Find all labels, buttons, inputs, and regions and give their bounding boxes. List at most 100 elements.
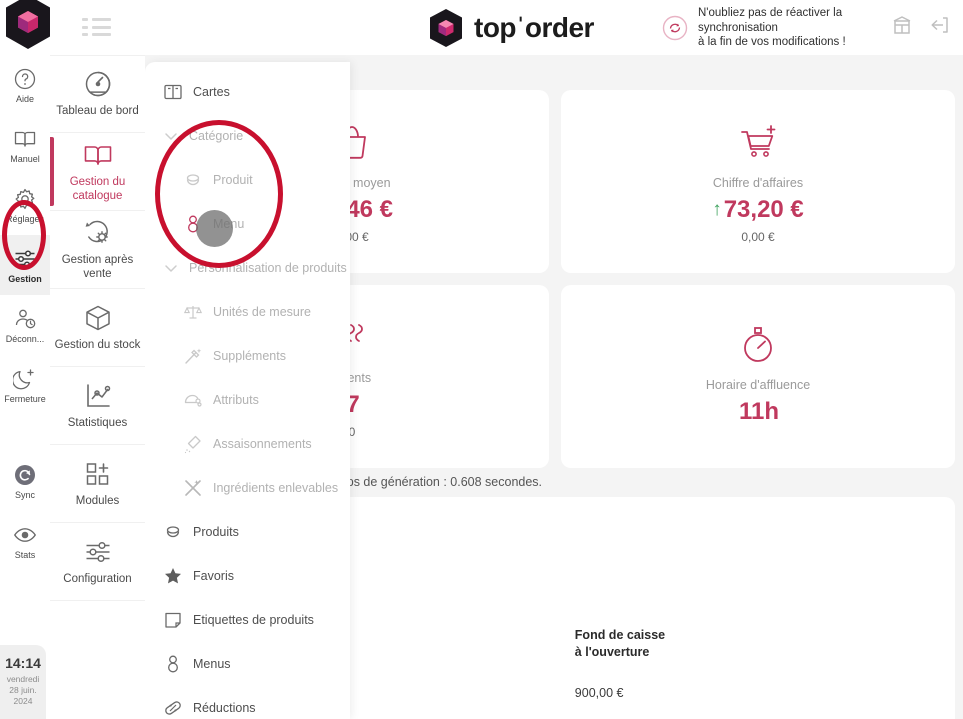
rail-item-gestion[interactable]: Gestion xyxy=(0,235,50,295)
nav-label: Modules xyxy=(75,494,120,507)
column-b-header-line1: Fond de caisse xyxy=(574,628,666,642)
rail-label: Fermeture xyxy=(4,393,46,404)
menu-item-label: Menus xyxy=(193,657,231,671)
kpi-value: 11h xyxy=(738,397,780,425)
nav-item-gestion-du-catalogue[interactable]: Gestion du catalogue xyxy=(50,133,145,211)
menu-item-label: Unités de mesure xyxy=(213,305,311,319)
kpi-card-chiffre-daffaires: Chiffre d'affaires ↑ 73,20 € 0,00 € xyxy=(561,90,955,273)
list-line xyxy=(92,33,111,36)
sliders-icon xyxy=(83,537,113,567)
toporder-hexagon-logo xyxy=(3,0,53,50)
sliders-icon xyxy=(13,247,37,271)
kpi-sub-value: 0,00 € xyxy=(741,229,775,244)
menu-item-produit[interactable]: Produit xyxy=(145,158,350,202)
chart-line-icon xyxy=(83,381,113,411)
list-bullet xyxy=(82,18,88,21)
menu-item-cartes[interactable]: Cartes xyxy=(145,70,350,114)
label-tag-icon xyxy=(163,610,183,630)
menu-item-unites-de-mesure[interactable]: Unités de mesure xyxy=(145,290,350,334)
eye-icon xyxy=(13,523,37,547)
menu-group-categorie[interactable]: Catégorie xyxy=(145,114,350,158)
menu-item-menu[interactable]: Menu xyxy=(145,202,350,246)
rail-label: Déconn... xyxy=(5,333,45,344)
dashboard-gauge-icon xyxy=(83,69,113,99)
kpi-main-value: ↑ 73,20 € xyxy=(712,196,804,224)
gear-icon xyxy=(13,187,37,211)
clock-time: 14:14 xyxy=(5,655,41,671)
discount-tag-icon xyxy=(163,698,183,718)
menu-item-favoris[interactable]: Favoris xyxy=(145,554,350,598)
menu-item-menus[interactable]: Menus xyxy=(145,642,350,686)
nav-item-gestion-du-stock[interactable]: Gestion du stock xyxy=(50,289,145,367)
help-circle-icon xyxy=(13,67,37,91)
menu-item-label: Ingrédients enlevables xyxy=(213,481,339,495)
toporder-logo-mark xyxy=(428,8,464,48)
nav-item-statistiques[interactable]: Statistiques xyxy=(50,367,145,445)
kpi-main-value: 11h xyxy=(737,398,779,426)
attributes-icon xyxy=(183,390,203,410)
product-icon xyxy=(183,170,203,190)
box-icon xyxy=(83,303,113,333)
rail-item-deconnexion[interactable]: Déconn... xyxy=(0,295,50,355)
menu-group-personnalisation-de-produits[interactable]: Personnalisation de produits xyxy=(145,246,350,290)
store-icon[interactable] xyxy=(891,14,913,36)
list-bullet xyxy=(82,33,88,36)
sync-disabled-icon xyxy=(662,15,688,41)
cash-summary-column-b: Fond de caisse à l'ouverture 900,00 € xyxy=(575,627,665,700)
column-b-header-line2: à l'ouverture xyxy=(574,645,650,659)
menu-item-label: Produit xyxy=(213,173,253,187)
rail-item-sync[interactable]: Sync xyxy=(0,451,50,511)
menu-item-label: Cartes xyxy=(193,85,230,99)
kpi-value: 73,20 € xyxy=(723,195,804,223)
list-bullet xyxy=(82,25,88,29)
rail-label: Réglages xyxy=(5,213,45,224)
header-actions xyxy=(891,14,951,36)
nav-item-tableau-de-bord[interactable]: Tableau de bord xyxy=(50,55,145,133)
menu-item-reductions[interactable]: Réductions xyxy=(145,686,350,719)
menu-item-label: Produits xyxy=(193,525,239,539)
menu-item-produits[interactable]: Produits xyxy=(145,510,350,554)
menu-item-assaisonnements[interactable]: Assaisonnements xyxy=(145,422,350,466)
menu-item-attributs[interactable]: Attributs xyxy=(145,378,350,422)
menu-item-label: Suppléments xyxy=(213,349,286,363)
clock-date: 28 juin. xyxy=(9,685,37,695)
nav-item-gestion-apres-vente[interactable]: Gestion après vente xyxy=(50,211,145,289)
nav-item-configuration[interactable]: Configuration xyxy=(50,523,145,601)
cards-icon xyxy=(163,82,183,102)
sync-line-2: synchronisation xyxy=(698,21,778,34)
menu-item-label: Assaisonnements xyxy=(213,437,312,451)
rail-item-fermeture[interactable]: Fermeture xyxy=(0,355,50,415)
catalogue-flyout-menu: Cartes Catégorie Produit Menu Personnali… xyxy=(145,62,350,719)
rail-item-stats[interactable]: Stats xyxy=(0,511,50,571)
rail-item-reglages[interactable]: Réglages xyxy=(0,175,50,235)
rail-label: Gestion xyxy=(8,273,42,284)
logout-icon[interactable] xyxy=(929,14,951,36)
nav-label: Configuration xyxy=(63,572,132,585)
modules-grid-icon xyxy=(83,459,113,489)
rail-item-aide[interactable]: Aide xyxy=(0,55,50,115)
kpi-label: Chiffre d'affaires xyxy=(712,175,804,190)
main-nav-column: Tableau de bord Gestion du catalogue Ges… xyxy=(50,55,145,719)
list-menu-icon[interactable] xyxy=(82,18,112,36)
nav-label: Gestion du stock xyxy=(54,338,141,351)
rail-label: Stats xyxy=(14,549,36,560)
kpi-card-horaire-daffluence: Horaire d'affluence 11h xyxy=(561,285,955,468)
menu-person-icon xyxy=(183,214,203,234)
menu-item-ingredients-enlevables[interactable]: Ingrédients enlevables xyxy=(145,466,350,510)
supplements-icon xyxy=(183,346,203,366)
menu-group-label: Personnalisation de produits xyxy=(189,261,347,275)
menu-item-supplements[interactable]: Suppléments xyxy=(145,334,350,378)
book-open-icon xyxy=(13,127,37,151)
rail-item-manuel[interactable]: Manuel xyxy=(0,115,50,175)
list-line xyxy=(92,25,111,29)
menu-item-etiquettes-de-produits[interactable]: Etiquettes de produits xyxy=(145,598,350,642)
nav-item-modules[interactable]: Modules xyxy=(50,445,145,523)
kpi-label: Horaire d'affluence xyxy=(705,377,811,392)
nav-label: Gestion du catalogue xyxy=(69,176,126,202)
rail-label: Manuel xyxy=(10,153,40,164)
sync-line-1: N'oubliez pas de réactiver la xyxy=(698,7,843,19)
clock-widget: 14:14 vendredi 28 juin. 2024 xyxy=(0,645,46,719)
menu-person-icon xyxy=(163,654,183,674)
menu-item-label: Réductions xyxy=(193,701,256,715)
star-icon xyxy=(163,566,183,586)
